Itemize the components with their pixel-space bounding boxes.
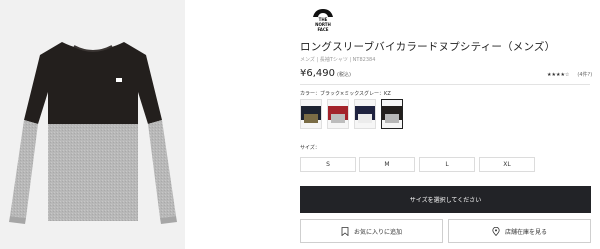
- color-swatch-red-grey[interactable]: [327, 99, 349, 129]
- product-title: ロングスリーブバイカラードヌプシティー（メンズ）: [300, 41, 556, 53]
- store-stock-button[interactable]: 店舗在庫を見る: [448, 219, 591, 243]
- product-price: ¥6,490 (税込): [300, 68, 351, 79]
- price-value: ¥6,490: [300, 68, 335, 79]
- location-pin-icon: [492, 226, 500, 236]
- shirt-image: [9, 42, 177, 224]
- rating-stars: ★★★★☆: [547, 72, 570, 78]
- divider: [300, 84, 590, 85]
- svg-text:FACE: FACE: [317, 27, 328, 32]
- select-size-button[interactable]: サイズを選択してください: [300, 186, 591, 213]
- color-swatch-navy-khaki[interactable]: [300, 99, 322, 129]
- product-category: メンズ | 長袖Tシャツ | NT82384: [300, 57, 376, 63]
- store-stock-label: 店舗在庫を見る: [504, 228, 547, 236]
- size-option-s[interactable]: S: [300, 157, 356, 172]
- size-label: サイズ：: [300, 145, 320, 151]
- chest-logo-icon: [116, 78, 122, 82]
- brand-logo: THE NORTH FACE: [310, 8, 336, 34]
- size-option-xl[interactable]: XL: [479, 157, 535, 172]
- favorite-label: お気に入りに追加: [353, 228, 402, 236]
- color-label: カラー：ブラック×ミックスグレー：KZ: [300, 91, 391, 97]
- size-option-l[interactable]: L: [419, 157, 475, 172]
- color-swatch-black-grey[interactable]: [381, 99, 403, 129]
- rating[interactable]: ★★★★☆ (4件?): [547, 71, 592, 78]
- bookmark-icon: [341, 226, 349, 236]
- product-image: [0, 0, 185, 249]
- color-swatch-navy-white[interactable]: [354, 99, 376, 129]
- size-option-m[interactable]: M: [359, 157, 415, 172]
- add-to-favorites-button[interactable]: お気に入りに追加: [300, 219, 443, 243]
- tax-note: (税込): [337, 72, 351, 78]
- review-count: (4件?): [577, 72, 593, 78]
